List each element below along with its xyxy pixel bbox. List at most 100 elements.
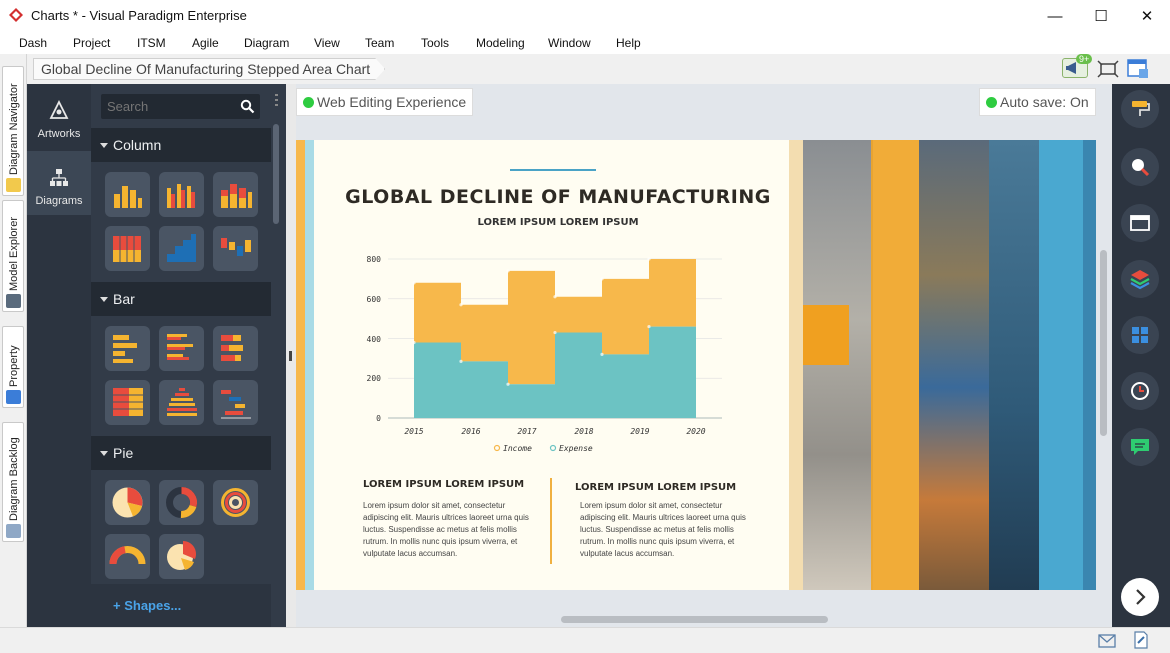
menu-team[interactable]: Team [365,36,394,50]
nav-diagrams[interactable]: Diagrams [27,151,91,215]
y-tick-label: 600 [367,295,382,304]
fit-screen-icon[interactable] [1097,60,1119,78]
nav-artworks[interactable]: Artworks [27,84,91,148]
breadcrumb-bar: Global Decline Of Manufacturing Stepped … [27,54,1170,84]
shape-stepped-area-chart[interactable] [159,226,204,271]
navigator-icon [6,178,21,192]
data-point-expense [506,382,510,386]
tab-property[interactable]: Property [2,326,24,408]
column2-body: Lorem ipsum dolor sit amet, consectetur … [580,501,746,558]
section-column[interactable]: Column [91,128,271,162]
stepped-area-chart[interactable]: 800 600 400 200 0 2015 2016 2017 2018 20… [350,248,740,454]
minimize-button[interactable]: — [1032,0,1078,32]
search-input[interactable] [101,94,233,119]
diagram-canvas[interactable]: Web Editing Experience Auto save: On GLO… [296,84,1112,627]
notification-button[interactable]: 9+ [1062,54,1093,78]
menu-dash[interactable]: Dash [19,36,47,50]
menu-itsm[interactable]: ITSM [137,36,166,50]
search-icon[interactable] [240,99,255,114]
layout-panel-icon[interactable] [1127,59,1149,79]
document-edit-icon[interactable] [1133,631,1149,649]
web-editing-toggle[interactable]: Web Editing Experience [296,88,474,116]
grid-pages-icon [1132,327,1148,343]
vertical-scrollbar[interactable] [1100,250,1107,436]
shape-grouped-bar-chart[interactable] [159,326,204,371]
menu-agile[interactable]: Agile [192,36,219,50]
tab-diagram-navigator-label: Diagram Navigator [8,83,20,175]
pages-button[interactable] [1121,316,1159,354]
shape-percent-column-chart[interactable] [105,226,150,271]
shapes-footer: + Shapes... [91,584,271,627]
data-point-expense [459,359,463,363]
search-box[interactable] [101,94,260,119]
magnifier-icon [1132,159,1150,177]
shape-gantt-bar-chart[interactable] [213,380,258,425]
layers-button[interactable] [1121,260,1159,298]
horizontal-scrollbar[interactable] [561,616,828,623]
panel-options-handle[interactable] [275,94,278,108]
menu-diagram[interactable]: Diagram [244,36,289,50]
artworks-icon [49,100,69,119]
breadcrumb[interactable]: Global Decline Of Manufacturing Stepped … [33,58,385,80]
menu-tools[interactable]: Tools [421,36,449,50]
nav-diagrams-label: Diagrams [35,195,83,207]
window-icon [1130,215,1150,231]
shape-donut-chart[interactable] [159,480,204,525]
web-editing-label: Web Editing Experience [317,94,467,110]
menu-modeling[interactable]: Modeling [476,36,525,50]
x-tick-label: 2017 [517,427,536,436]
maximize-button[interactable]: ☐ [1078,0,1124,32]
menu-project[interactable]: Project [73,36,110,50]
data-point-income [553,295,557,299]
shape-ring-chart[interactable] [213,480,258,525]
menu-window[interactable]: Window [548,36,591,50]
shape-waterfall-chart[interactable] [213,226,258,271]
x-tick-label: 2016 [461,427,480,436]
shape-half-donut-chart[interactable] [105,534,150,579]
legend-expense-marker [549,444,557,452]
shape-pyramid-bar-chart[interactable] [159,380,204,425]
poster[interactable]: GLOBAL DECLINE OF MANUFACTURING LOREM IP… [296,140,1096,590]
expand-panel-button[interactable] [1121,578,1159,616]
close-button[interactable]: ✕ [1124,0,1170,32]
shape-percent-bar-chart[interactable] [105,380,150,425]
shape-column-chart[interactable] [105,172,150,217]
data-point-income [506,269,510,273]
model-explorer-icon [6,294,21,308]
panel-splitter[interactable] [286,84,296,627]
autosave-toggle[interactable]: Auto save: On [979,88,1096,116]
format-painter-button[interactable] [1121,90,1159,128]
window-view-button[interactable] [1121,204,1159,242]
shape-stacked-column-chart[interactable] [213,172,258,217]
paint-roller-icon [1132,101,1150,116]
column1-body: Lorem ipsum dolor sit amet, consectetur … [363,501,529,558]
splitter-grip[interactable] [289,351,292,361]
tab-diagram-backlog[interactable]: Diagram Backlog [2,422,24,542]
panel-scrollbar[interactable] [273,124,279,224]
section-pie[interactable]: Pie [91,436,271,470]
zoom-button[interactable] [1121,148,1159,186]
section-bar[interactable]: Bar [91,282,271,316]
history-button[interactable] [1121,372,1159,410]
poster-title: GLOBAL DECLINE OF MANUFACTURING [345,186,771,208]
column1-heading: LOREM IPSUM LOREM IPSUM [363,479,525,490]
tab-model-explorer-label: Model Explorer [8,217,20,291]
shape-pie-chart[interactable] [105,480,150,525]
tab-model-explorer[interactable]: Model Explorer [2,200,24,312]
shape-stacked-bar-chart[interactable] [213,326,258,371]
shape-bar-chart[interactable] [105,326,150,371]
factory-photo-left [803,140,873,590]
shapes-link[interactable]: + Shapes... [113,598,181,613]
workers-photo [919,140,989,590]
shape-exploded-pie-chart[interactable] [159,534,204,579]
right-toolbar [1112,84,1170,627]
x-tick-label: 2018 [574,427,593,436]
menu-view[interactable]: View [314,36,340,50]
comments-button[interactable] [1121,428,1159,466]
poster-subtitle: LOREM IPSUM LOREM IPSUM [477,217,639,228]
layers-icon [1130,270,1150,290]
menu-help[interactable]: Help [616,36,641,50]
shape-grouped-column-chart[interactable] [159,172,204,217]
tab-diagram-navigator[interactable]: Diagram Navigator [2,66,24,196]
mail-icon[interactable] [1098,634,1116,648]
